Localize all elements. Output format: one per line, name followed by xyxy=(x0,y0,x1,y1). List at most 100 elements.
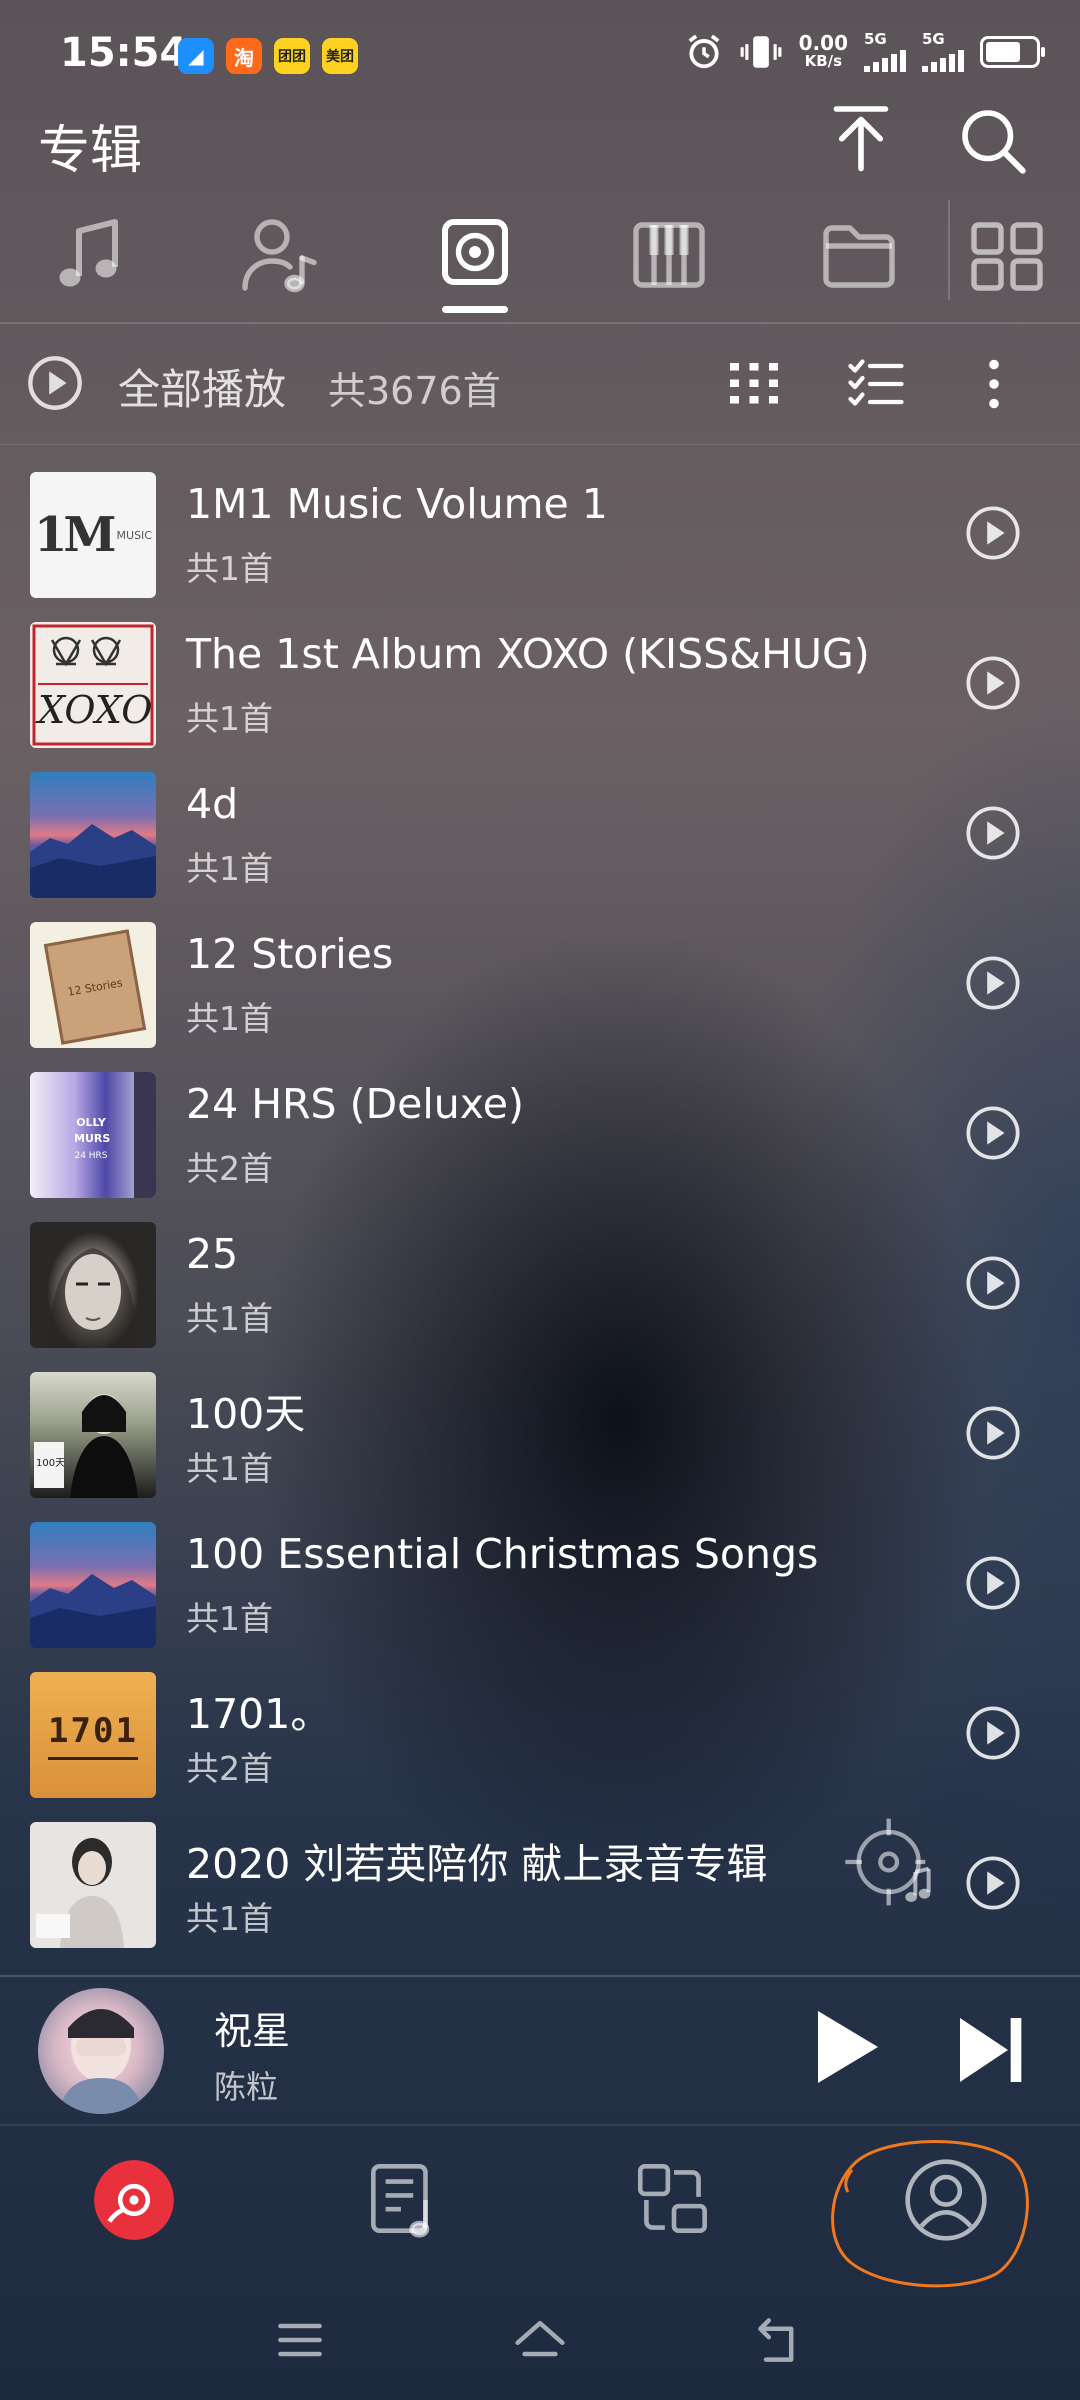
album-row[interactable]: 100天 100天 共1首 xyxy=(0,1350,1080,1500)
album-count: 共1首 xyxy=(186,699,273,738)
play-circle-icon[interactable] xyxy=(964,954,1022,1012)
multi-select-icon[interactable] xyxy=(846,354,906,414)
album-title: 1701。 xyxy=(186,1690,332,1738)
play-circle-icon[interactable] xyxy=(964,654,1022,712)
album-row[interactable]: 4d 共1首 xyxy=(0,750,1080,900)
album-row[interactable]: 1701 1701。 共2首 xyxy=(0,1650,1080,1800)
album-cover xyxy=(30,1522,156,1648)
tab-albums[interactable] xyxy=(430,210,520,300)
play-all-icon[interactable] xyxy=(26,354,84,412)
play-circle-icon[interactable] xyxy=(964,1104,1022,1162)
play-all-button[interactable]: 全部播放 xyxy=(118,356,286,417)
scroll-to-top-icon[interactable] xyxy=(826,102,896,172)
now-playing-cover[interactable] xyxy=(38,1988,164,2114)
play-circle-icon[interactable] xyxy=(964,1854,1022,1912)
alarm-icon xyxy=(688,34,720,69)
cover-line xyxy=(48,1756,138,1760)
portrait-art xyxy=(36,1838,124,1948)
playlist-icon xyxy=(371,2163,430,2238)
album-cover: 100天 xyxy=(30,1372,156,1498)
tab-folders[interactable] xyxy=(814,210,904,300)
album-row[interactable]: OLLY MURS 24 HRS 24 HRS (Deluxe) 共2首 xyxy=(0,1050,1080,1200)
nav-playlist[interactable] xyxy=(358,2154,450,2246)
portrait-art xyxy=(58,2009,144,2114)
music-note-icon xyxy=(59,219,118,287)
album-cover xyxy=(30,1822,156,1948)
album-count: 共2首 xyxy=(186,1749,273,1788)
album-count: 共1首 xyxy=(186,1299,273,1338)
now-playing-artist: 陈粒 xyxy=(214,2068,279,2106)
mountain-art xyxy=(30,1574,156,1648)
album-title: 4d xyxy=(186,780,239,828)
cover-subtext: MUSIC xyxy=(116,528,152,542)
signal-icon xyxy=(922,46,964,72)
play-circle-icon[interactable] xyxy=(964,1704,1022,1762)
album-count: 共1首 xyxy=(186,1599,273,1638)
play-circle-icon[interactable] xyxy=(964,804,1022,862)
album-title: 1M1 Music Volume 1 xyxy=(186,480,608,528)
folder-icon xyxy=(823,225,895,288)
cover-text: 1M xyxy=(34,507,117,563)
album-row[interactable]: XOXO The 1st Album XOXO (KISS&HUG) 共1首 xyxy=(0,600,1080,750)
play-circle-icon[interactable] xyxy=(964,1404,1022,1462)
cover-text: OLLY MURS xyxy=(74,1116,111,1145)
locate-playing-icon[interactable] xyxy=(842,1812,942,1912)
album-row[interactable]: 12 Stories 12 Stories 共1首 xyxy=(0,900,1080,1050)
tab-grid[interactable] xyxy=(962,210,1052,300)
now-playing-title[interactable]: 祝星 xyxy=(214,2000,290,2055)
next-track-button[interactable] xyxy=(952,2010,1032,2090)
tab-songs[interactable] xyxy=(46,210,136,300)
album-title: 25 xyxy=(186,1230,239,1278)
play-button[interactable] xyxy=(800,2002,890,2092)
album-count: 共1首 xyxy=(186,849,273,888)
back-icon[interactable] xyxy=(752,2312,808,2368)
artist-icon xyxy=(242,219,317,293)
sim2-label: 5G xyxy=(922,30,945,48)
vibrate-icon xyxy=(740,36,782,68)
tab-artists[interactable] xyxy=(236,210,326,300)
album-row[interactable]: 25 共1首 xyxy=(0,1200,1080,1350)
search-icon[interactable] xyxy=(958,106,1028,176)
album-row[interactable]: 100 Essential Christmas Songs 共1首 xyxy=(0,1500,1080,1650)
play-circle-icon[interactable] xyxy=(964,504,1022,562)
album-cover: XOXO xyxy=(30,622,156,748)
album-count: 共1首 xyxy=(186,999,273,1038)
network-speed-value: 0.00 xyxy=(798,31,848,55)
tab-piano[interactable] xyxy=(624,210,714,300)
menu-icon[interactable] xyxy=(272,2312,328,2368)
status-icons: 0.00 KB/s 5G 5G xyxy=(685,30,1045,72)
album-cover xyxy=(30,772,156,898)
cover-text: 100天 xyxy=(36,1458,66,1469)
play-circle-icon[interactable] xyxy=(964,1254,1022,1312)
figure-silhouette xyxy=(134,1072,156,1198)
sim1-signal: 5G xyxy=(864,32,906,72)
album-count: 共1首 xyxy=(186,1449,273,1488)
shapes-icon xyxy=(637,2163,707,2233)
album-cover: OLLY MURS 24 HRS xyxy=(30,1072,156,1198)
multi-column-view-icon[interactable] xyxy=(724,354,784,414)
cover-text: 12 Stories xyxy=(66,975,124,999)
album-title: 2020 刘若英陪你 献上录音专辑 xyxy=(186,1840,768,1888)
network-speed-unit: KB/s xyxy=(804,52,843,70)
sim1-label: 5G xyxy=(864,30,887,48)
taobao-app-icon: ◢ xyxy=(178,38,214,74)
more-options-icon[interactable] xyxy=(964,354,1024,414)
page-title: 专辑 xyxy=(38,121,143,181)
cover-text: XOXO xyxy=(38,688,153,732)
bottom-nav-divider xyxy=(0,2124,1080,2126)
album-title: 100 Essential Christmas Songs xyxy=(186,1530,819,1578)
album-title: 12 Stories xyxy=(186,930,394,978)
tab-separator xyxy=(948,200,950,300)
cover-text: 1701 xyxy=(48,1710,138,1751)
nav-discover[interactable] xyxy=(628,2154,720,2246)
album-row[interactable]: 1M MUSIC 1M1 Music Volume 1 共1首 xyxy=(0,450,1080,600)
grid-icon xyxy=(971,222,1043,291)
signal-icon xyxy=(864,46,906,72)
album-count: 共2首 xyxy=(186,1149,273,1188)
nav-music[interactable] xyxy=(88,2154,180,2246)
album-count: 共1首 xyxy=(186,1899,273,1938)
album-icon xyxy=(442,219,508,285)
home-icon[interactable] xyxy=(512,2312,568,2368)
play-circle-icon[interactable] xyxy=(964,1554,1022,1612)
network-speed: 0.00 KB/s xyxy=(798,31,848,70)
